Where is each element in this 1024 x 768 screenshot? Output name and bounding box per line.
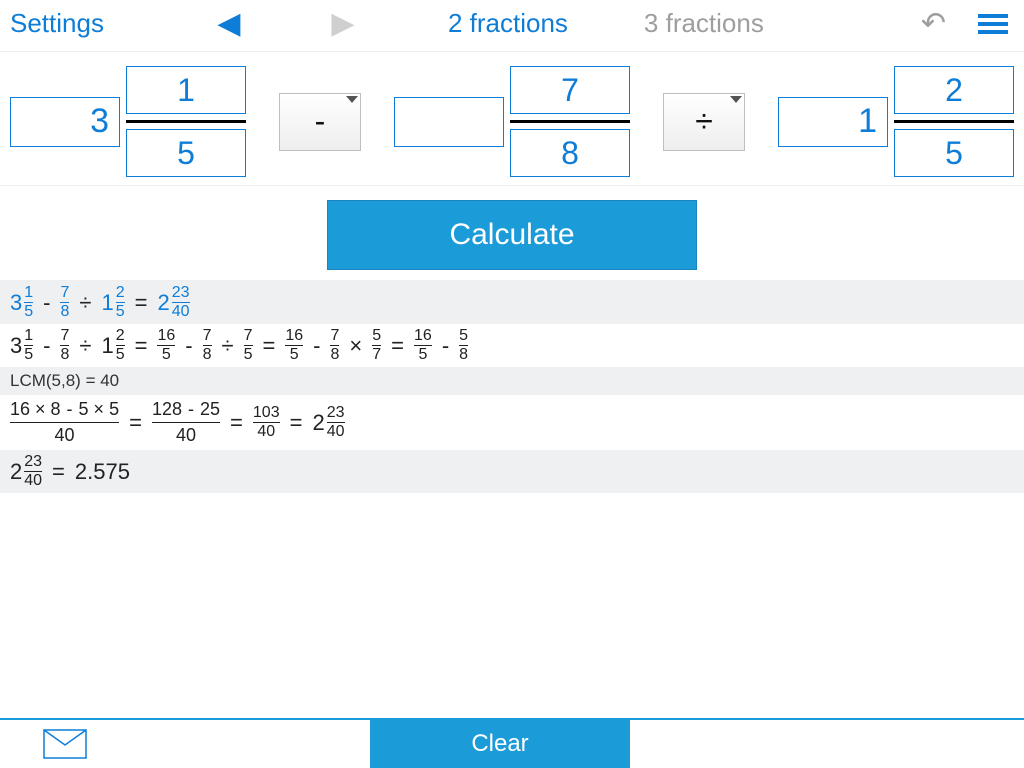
solution-panel: 3 15 - 78 ÷ 1 25 = 2 2340 3 15 - 78 ÷ 1 … [0, 281, 1024, 718]
fraction-2-whole[interactable] [394, 97, 504, 147]
fraction-2-numerator[interactable]: 7 [510, 66, 630, 114]
fraction-3-denominator[interactable]: 5 [894, 129, 1014, 177]
fraction-1-numerator[interactable]: 1 [126, 66, 246, 114]
solution-line-lcm: LCM(5,8) = 40 [0, 367, 1024, 395]
mail-icon[interactable] [0, 720, 130, 768]
solution-line-1: 3 15 - 78 ÷ 1 25 = 2 2340 [0, 281, 1024, 324]
fraction-3-whole[interactable]: 1 [778, 97, 888, 147]
top-bar: Settings ◀ ▶ 2 fractions 3 fractions ↶ [0, 0, 1024, 52]
operator-1-select[interactable]: - [279, 93, 361, 151]
menu-icon[interactable] [972, 10, 1014, 38]
fraction-1: 3 1 5 [10, 66, 246, 177]
fraction-1-denominator[interactable]: 5 [126, 129, 246, 177]
calculate-button[interactable]: Calculate [327, 200, 697, 270]
next-arrow-icon[interactable]: ▶ [324, 6, 362, 41]
solution-line-decimal: 2 2340 = 2.575 [0, 450, 1024, 493]
fraction-2: 7 8 [394, 66, 630, 177]
fraction-bar [126, 120, 246, 123]
fraction-1-whole[interactable]: 3 [10, 97, 120, 147]
fraction-2-denominator[interactable]: 8 [510, 129, 630, 177]
solution-line-2: 3 15 - 78 ÷ 1 25 = 165 - 78 ÷ 75 = 165 -… [0, 324, 1024, 367]
tab-2-fractions[interactable]: 2 fractions [448, 8, 568, 39]
fraction-bar [510, 120, 630, 123]
solution-line-4: 16 × 8-5 × 5 40 = 128-25 40 = 10340 = 2 … [0, 395, 1024, 450]
calculate-row: Calculate [0, 186, 1024, 281]
fraction-bar [894, 120, 1014, 123]
bottom-bar: Clear [0, 718, 1024, 768]
fraction-3-numerator[interactable]: 2 [894, 66, 1014, 114]
fraction-input-row: 3 1 5 - 7 8 ÷ 1 2 5 [0, 52, 1024, 186]
prev-arrow-icon[interactable]: ◀ [210, 6, 248, 41]
clear-button[interactable]: Clear [370, 720, 630, 768]
settings-link[interactable]: Settings [10, 8, 104, 39]
operator-2-select[interactable]: ÷ [663, 93, 745, 151]
fraction-3: 1 2 5 [778, 66, 1014, 177]
tab-3-fractions[interactable]: 3 fractions [644, 8, 764, 39]
undo-icon[interactable]: ↶ [921, 6, 946, 41]
